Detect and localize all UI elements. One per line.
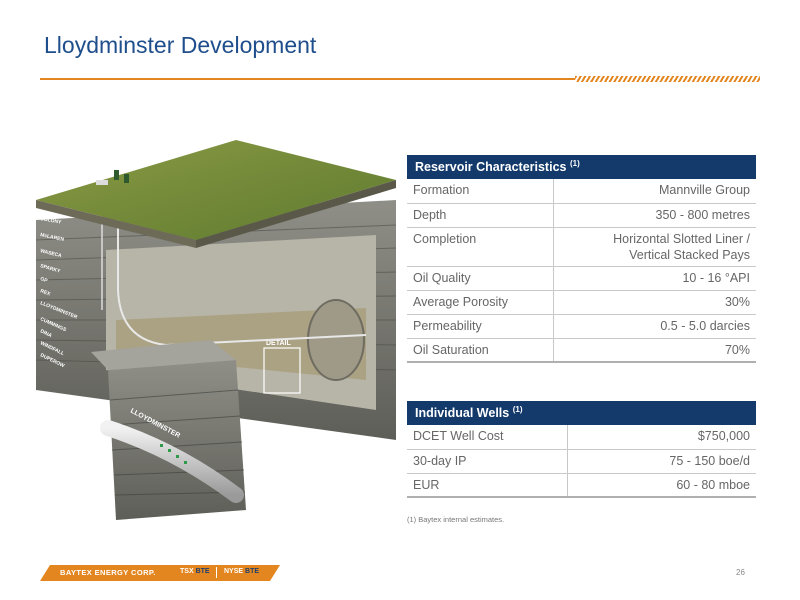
individual-wells-table: Individual Wells (1) DCET Well Cost $750… bbox=[407, 401, 756, 498]
well-pad bbox=[96, 180, 108, 185]
row-label: 30-day IP bbox=[407, 449, 567, 474]
row-value: $750,000 bbox=[566, 425, 756, 450]
table-row: Depth 350 - 800 metres bbox=[407, 203, 756, 228]
row-label: EUR bbox=[407, 473, 567, 498]
footnote: (1) Baytex internal estimates. bbox=[407, 515, 505, 524]
row-value: 75 - 150 boe/d bbox=[566, 449, 756, 474]
footer-separator bbox=[216, 567, 217, 578]
reservoir-diagram-svg: DETAIL LLOYDMINSTER COLONY McLAREN WASEC… bbox=[35, 140, 397, 520]
row-value: 60 - 80 mboe bbox=[566, 473, 756, 498]
table-row: EUR 60 - 80 mboe bbox=[407, 473, 756, 498]
row-value: 70% bbox=[552, 338, 756, 363]
row-label: Oil Saturation bbox=[407, 338, 554, 363]
table-row: Permeability 0.5 - 5.0 darcies bbox=[407, 314, 756, 339]
row-label: Average Porosity bbox=[407, 290, 554, 315]
page-number: 26 bbox=[736, 568, 745, 577]
row-label: Depth bbox=[407, 203, 554, 228]
table-row: DCET Well Cost $750,000 bbox=[407, 425, 756, 450]
row-value: Mannville Group bbox=[552, 179, 756, 204]
reservoir-characteristics-table: Reservoir Characteristics (1) Formation … bbox=[407, 155, 756, 363]
table-row: Average Porosity 30% bbox=[407, 290, 756, 315]
row-label: Oil Quality bbox=[407, 266, 554, 291]
table-row: Completion Horizontal Slotted Liner / Ve… bbox=[407, 227, 756, 267]
table-row: Oil Saturation 70% bbox=[407, 338, 756, 363]
row-label: Formation bbox=[407, 179, 554, 204]
reservoir-illustration: DETAIL LLOYDMINSTER COLONY McLAREN WASEC… bbox=[35, 140, 397, 520]
table-row: 30-day IP 75 - 150 boe/d bbox=[407, 449, 756, 474]
row-value: Horizontal Slotted Liner / Vertical Stac… bbox=[552, 227, 756, 267]
footer-company-name: BAYTEX ENERGY CORP. bbox=[60, 568, 156, 577]
row-label: Completion bbox=[407, 227, 554, 267]
row-value: 10 - 16 °API bbox=[552, 266, 756, 291]
page-title: Lloydminster Development bbox=[44, 32, 317, 58]
wells-table-header: Individual Wells (1) bbox=[407, 401, 756, 425]
row-value: 30% bbox=[552, 290, 756, 315]
detail-label: DETAIL bbox=[266, 340, 291, 347]
footer-tsx-ticker: TSX BTE bbox=[180, 568, 210, 575]
reservoir-table-header: Reservoir Characteristics (1) bbox=[407, 155, 756, 179]
row-label: DCET Well Cost bbox=[407, 425, 567, 450]
row-label: Permeability bbox=[407, 314, 554, 339]
table-row: Oil Quality 10 - 16 °API bbox=[407, 266, 756, 291]
table-row: Formation Mannville Group bbox=[407, 179, 756, 204]
footer-nyse-ticker: NYSE BTE bbox=[224, 568, 260, 575]
title-rule-hatch bbox=[575, 76, 760, 82]
row-value: 350 - 800 metres bbox=[552, 203, 756, 228]
row-value: 0.5 - 5.0 darcies bbox=[552, 314, 756, 339]
